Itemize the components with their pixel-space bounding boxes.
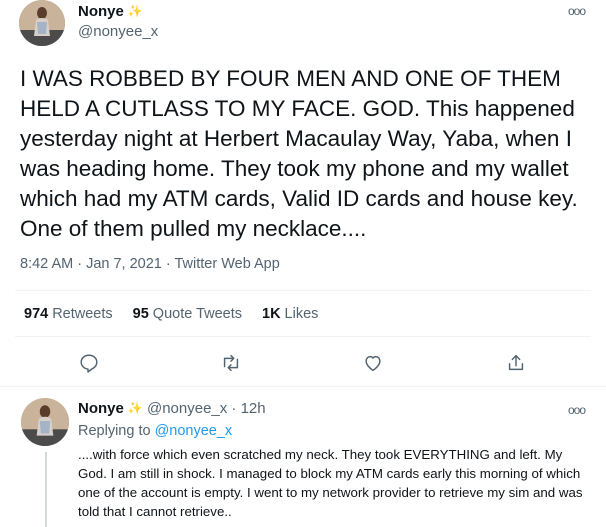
author-handle[interactable]: @nonyee_x bbox=[78, 23, 158, 40]
avatar-photo bbox=[19, 0, 65, 46]
retweets-stat[interactable]: 974 Retweets bbox=[24, 306, 113, 322]
divider bbox=[0, 386, 606, 387]
quote-tweets-stat[interactable]: 95 Quote Tweets bbox=[133, 306, 242, 322]
quotes-count: 95 bbox=[132, 306, 149, 322]
reply-avatar[interactable] bbox=[21, 398, 69, 446]
reply-button[interactable] bbox=[78, 352, 102, 376]
share-icon bbox=[508, 354, 524, 371]
avatar[interactable] bbox=[19, 0, 65, 46]
thread-line bbox=[45, 452, 47, 527]
reply-icon bbox=[80, 354, 98, 373]
replying-prefix: Replying to bbox=[78, 423, 151, 439]
author-name-text: Nonye bbox=[78, 3, 124, 20]
tweet-text: I WAS ROBBED BY FOUR MEN AND ONE OF THEM… bbox=[20, 66, 578, 241]
author-name[interactable]: Nonye ✨ bbox=[78, 3, 143, 20]
tweet-actions bbox=[0, 352, 606, 376]
reply-more-options-icon[interactable]: ooo bbox=[568, 403, 586, 417]
reply-author-name[interactable]: Nonye bbox=[78, 400, 124, 417]
sparkle-icon: ✨ bbox=[127, 4, 143, 18]
divider bbox=[15, 290, 591, 291]
tweet-timestamp[interactable]: 8:42 AM · Jan 7, 2021 · Twitter Web App bbox=[20, 256, 280, 272]
reply-time[interactable]: 12h bbox=[241, 400, 266, 417]
retweet-icon bbox=[223, 354, 239, 372]
replying-to-link[interactable]: @nonyee_x bbox=[155, 423, 233, 439]
more-options-icon[interactable]: ooo bbox=[568, 4, 586, 18]
likes-label: Likes bbox=[284, 306, 319, 322]
share-button[interactable] bbox=[505, 352, 529, 376]
retweets-count: 974 bbox=[24, 306, 49, 322]
divider bbox=[15, 336, 591, 337]
reply-text: ....with force which even scratched my n… bbox=[78, 447, 583, 519]
likes-count: 1K bbox=[262, 306, 281, 322]
like-icon bbox=[365, 355, 381, 372]
replying-to: Replying to @nonyee_x bbox=[78, 423, 232, 439]
retweets-label: Retweets bbox=[52, 306, 113, 322]
likes-stat[interactable]: 1K Likes bbox=[262, 306, 318, 322]
quotes-label: Quote Tweets bbox=[152, 306, 242, 322]
separator-dot: · bbox=[231, 400, 237, 417]
tweet-stats: 974 Retweets 95 Quote Tweets 1K Likes bbox=[24, 306, 318, 322]
reply-header: Nonye ✨ @nonyee_x · 12h bbox=[78, 400, 266, 417]
retweet-button[interactable] bbox=[220, 352, 244, 376]
sparkle-icon: ✨ bbox=[127, 401, 143, 415]
avatar-photo bbox=[21, 398, 69, 446]
like-button[interactable] bbox=[362, 352, 386, 376]
reply-author-handle[interactable]: @nonyee_x bbox=[147, 400, 227, 417]
